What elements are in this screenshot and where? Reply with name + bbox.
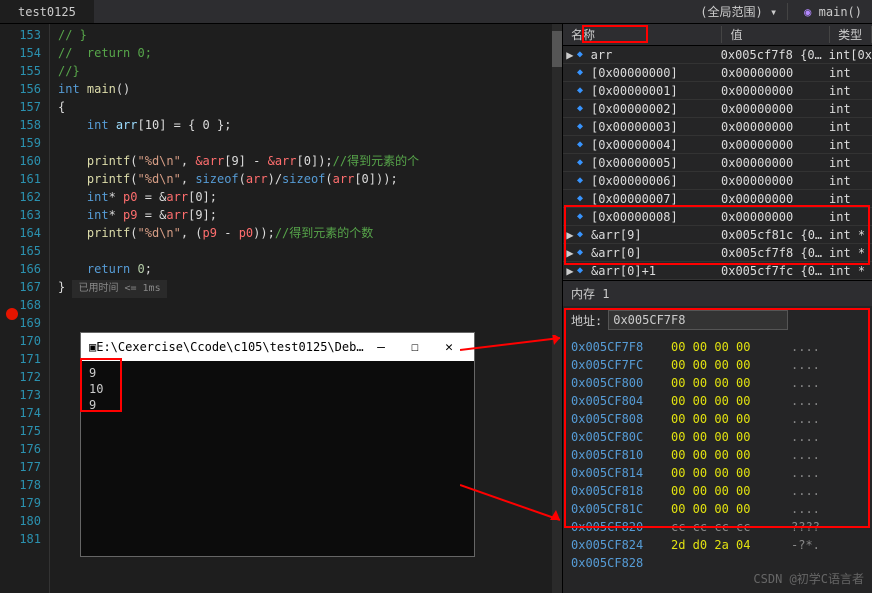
watch-row[interactable]: ▶◆&arr[9]0x005cf81c {0x...int * <box>563 226 872 244</box>
console-icon: ▣ <box>89 340 96 354</box>
watch-row[interactable]: ◆ [0x00000003]0x00000000int <box>563 118 872 136</box>
memory-row: 0x005CF80000 00 00 00.... <box>571 374 864 392</box>
watch-row[interactable]: ▶◆&arr[0]0x005cf7f8 {0x...int * <box>563 244 872 262</box>
memory-address-input[interactable] <box>608 310 788 330</box>
watch-row[interactable]: ▶◆&arr[0]+10x005cf7fc {0x...int * <box>563 262 872 280</box>
watch-row[interactable]: ◆ [0x00000000]0x00000000int <box>563 64 872 82</box>
memory-row: 0x005CF80400 00 00 00.... <box>571 392 864 410</box>
watch-header: 名称 值 类型 <box>563 24 872 46</box>
watch-row[interactable]: ▶◆arr0x005cf7f8 {0x...int[0x <box>563 46 872 64</box>
watch-row[interactable]: ◆ [0x00000006]0x00000000int <box>563 172 872 190</box>
watch-row[interactable]: ◆ [0x00000007]0x00000000int <box>563 190 872 208</box>
close-button[interactable]: ✕ <box>432 340 466 355</box>
watch-row[interactable]: ◆ [0x00000001]0x00000000int <box>563 82 872 100</box>
memory-row: 0x005CF80C00 00 00 00.... <box>571 428 864 446</box>
console-output: 9 10 9 <box>81 361 474 417</box>
minimize-button[interactable]: — <box>364 340 398 355</box>
memory-row: 0x005CF7FC00 00 00 00.... <box>571 356 864 374</box>
memory-row: 0x005CF81800 00 00 00.... <box>571 482 864 500</box>
maximize-button[interactable]: ☐ <box>398 340 432 355</box>
mem-addr-label: 地址: <box>571 312 602 329</box>
watch-rows[interactable]: ▶◆arr0x005cf7f8 {0x...int[0x◆ [0x0000000… <box>563 46 872 280</box>
watch-row[interactable]: ◆ [0x00000002]0x00000000int <box>563 100 872 118</box>
watch-row[interactable]: ◆ [0x00000005]0x00000000int <box>563 154 872 172</box>
memory-row: 0x005CF81000 00 00 00.... <box>571 446 864 464</box>
scrollbar[interactable] <box>552 24 562 593</box>
console-window[interactable]: ▣ E:\Cexercise\Ccode\c105\test0125\Deb..… <box>80 332 475 557</box>
file-tab[interactable]: test0125 <box>0 0 94 23</box>
memory-row: 0x005CF820cc cc cc cc???? <box>571 518 864 536</box>
memory-body[interactable]: 0x005CF7F800 00 00 00....0x005CF7FC00 00… <box>563 334 872 593</box>
memory-row: 0x005CF81C00 00 00 00.... <box>571 500 864 518</box>
fn-dropdown[interactable]: ◉ main() <box>788 5 872 19</box>
timing-hint: 已用时间 <= 1ms <box>72 280 166 298</box>
memory-row: 0x005CF8242d d0 2a 04-?*. <box>571 536 864 554</box>
watch-row[interactable]: ◆ [0x00000008]0x00000000int <box>563 208 872 226</box>
memory-row: 0x005CF81400 00 00 00.... <box>571 464 864 482</box>
top-tabs: test0125 (全局范围) ▾ ◉ main() <box>0 0 872 24</box>
memory-title: 内存 1 <box>563 280 872 306</box>
scope-dropdown[interactable]: (全局范围) ▾ <box>690 3 788 20</box>
console-titlebar[interactable]: ▣ E:\Cexercise\Ccode\c105\test0125\Deb..… <box>81 333 474 361</box>
watermark: CSDN @初学C语言者 <box>753 570 864 587</box>
debug-panel: 名称 值 类型 ▶◆arr0x005cf7f8 {0x...int[0x◆ [0… <box>562 24 872 593</box>
memory-row: 0x005CF7F800 00 00 00.... <box>571 338 864 356</box>
memory-row: 0x005CF80800 00 00 00.... <box>571 410 864 428</box>
console-title-text: E:\Cexercise\Ccode\c105\test0125\Deb... <box>96 340 364 354</box>
breakpoint-icon[interactable] <box>6 308 18 320</box>
watch-row[interactable]: ◆ [0x00000004]0x00000000int <box>563 136 872 154</box>
